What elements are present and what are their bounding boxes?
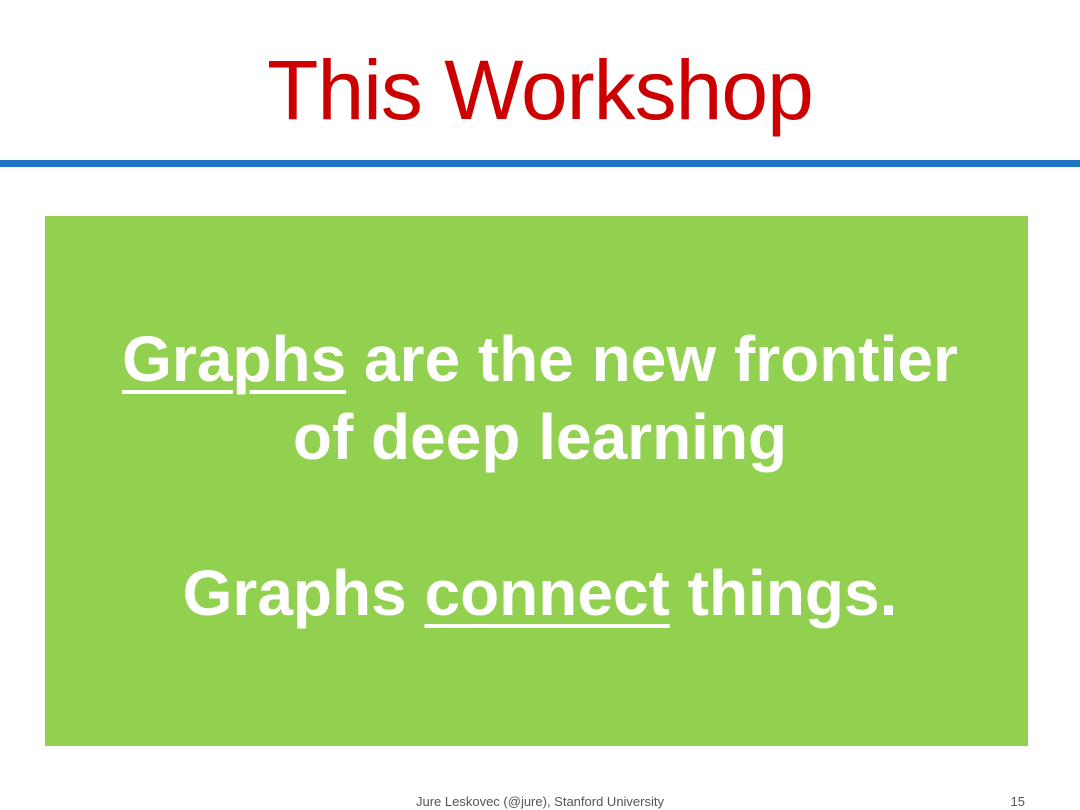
statement-2-underlined-word: connect xyxy=(424,557,670,629)
slide: This Workshop Graphs are the new frontie… xyxy=(0,0,1080,810)
title-divider xyxy=(0,160,1080,167)
statement-2-after: things. xyxy=(669,557,898,629)
statement-1-line-2: of deep learning xyxy=(292,401,788,473)
panel-statements: Graphs are the new frontier of deep lear… xyxy=(0,320,1080,632)
statement-1-rest: are the new frontier xyxy=(346,323,958,395)
slide-footer: Jure Leskovec (@jure), Stanford Universi… xyxy=(415,794,664,809)
slide-title: This Workshop xyxy=(267,43,814,137)
page-number: 15 xyxy=(1010,794,1025,809)
statement-2-before: Graphs xyxy=(182,557,425,629)
statement-2: Graphs connect things. xyxy=(0,554,1080,632)
statement-1-underlined-word: Graphs xyxy=(122,323,347,395)
statement-1-line-1: Graphs are the new frontier xyxy=(0,320,1080,398)
statement-spacer xyxy=(0,476,1080,554)
